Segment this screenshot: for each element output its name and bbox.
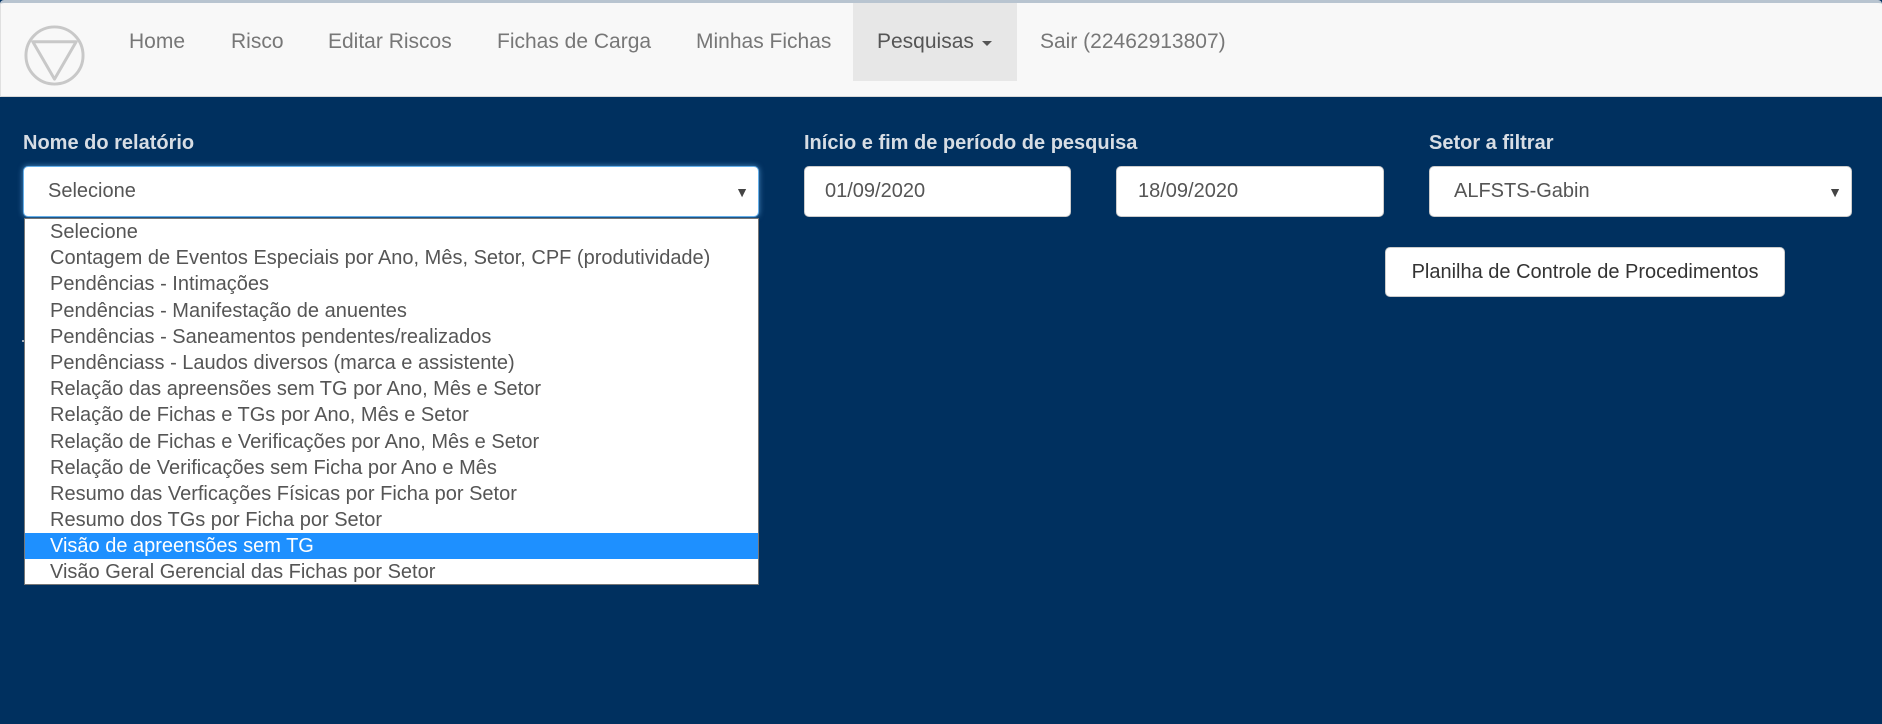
nav-sair-label: Sair (22462913807) <box>1040 30 1226 53</box>
period-end-input[interactable]: 18/09/2020 <box>1116 166 1384 217</box>
report-option[interactable]: Pendências - Saneamentos pendentes/reali… <box>25 324 758 350</box>
planilha-controle-button[interactable]: Planilha de Controle de Procedimentos <box>1385 247 1785 297</box>
nav-home-label: Home <box>129 30 186 53</box>
select-arrow-icon: ▼ <box>1828 183 1842 200</box>
report-option[interactable]: Pendênciass - Laudos diversos (marca e a… <box>25 350 758 376</box>
report-option[interactable]: Relação de Fichas e TGs por Ano, Mês e S… <box>25 402 758 428</box>
sector-label: Setor a filtrar <box>1429 132 1554 154</box>
report-option[interactable]: Relação de Fichas e Verificações por Ano… <box>25 429 758 455</box>
report-name-value: Selecione <box>48 180 136 202</box>
period-end-value: 18/09/2020 <box>1138 180 1239 202</box>
sector-value: ALFSTS-Gabin <box>1454 180 1590 202</box>
nav-minhas-fichas[interactable]: Minhas Fichas <box>696 3 831 81</box>
report-option[interactable]: Selecione <box>25 219 758 245</box>
nav-pesquisas-dropdown[interactable]: Pesquisas <box>853 3 1017 81</box>
nav-fichas-de-carga-label: Fichas de Carga <box>497 30 652 53</box>
report-name-label: Nome do relatório <box>23 132 195 154</box>
nav-editar-riscos[interactable]: Editar Riscos <box>328 3 452 81</box>
nav-minhas-fichas-label: Minhas Fichas <box>696 30 832 53</box>
report-option[interactable]: Resumo dos TGs por Ficha por Setor <box>25 507 758 533</box>
report-option[interactable]: Resumo das Verficações Físicas por Ficha… <box>25 481 758 507</box>
navbar: Home Risco Editar Riscos Fichas de Carga… <box>0 0 1882 97</box>
report-option-highlighted[interactable]: Visão de apreensões sem TG <box>25 533 758 560</box>
period-start-value: 01/09/2020 <box>825 180 926 202</box>
planilha-controle-button-label: Planilha de Controle de Procedimentos <box>1411 260 1759 283</box>
period-start-input[interactable]: 01/09/2020 <box>804 166 1071 217</box>
nav-pesquisas-label: Pesquisas <box>877 30 974 53</box>
nav-home[interactable]: Home <box>129 3 185 81</box>
report-option[interactable]: Visão Geral Gerencial das Fichas por Set… <box>25 559 758 585</box>
nav-sair[interactable]: Sair (22462913807) <box>1040 3 1226 81</box>
nav-risco-label: Risco <box>231 30 284 53</box>
nav-editar-riscos-label: Editar Riscos <box>328 30 452 53</box>
nav-fichas-de-carga[interactable]: Fichas de Carga <box>497 3 651 81</box>
report-options-list[interactable]: Selecione Contagem de Eventos Especiais … <box>24 218 759 585</box>
report-option[interactable]: Relação das apreensões sem TG por Ano, M… <box>25 376 758 402</box>
nav-risco[interactable]: Risco <box>231 3 284 81</box>
caret-down-icon <box>981 40 992 46</box>
select-arrow-icon: ▼ <box>735 183 749 200</box>
report-option[interactable]: Contagem de Eventos Especiais por Ano, M… <box>25 245 758 271</box>
brand-logo-icon[interactable] <box>23 24 86 87</box>
report-name-select[interactable]: Selecione ▼ <box>23 166 759 217</box>
period-label: Início e fim de período de pesquisa <box>804 132 1138 154</box>
report-option[interactable]: Relação de Verificações sem Ficha por An… <box>25 455 758 481</box>
sector-select[interactable]: ALFSTS-Gabin ▼ <box>1429 166 1852 217</box>
report-option[interactable]: Pendências - Intimações <box>25 271 758 297</box>
report-option[interactable]: Pendências - Manifestação de anuentes <box>25 298 758 324</box>
